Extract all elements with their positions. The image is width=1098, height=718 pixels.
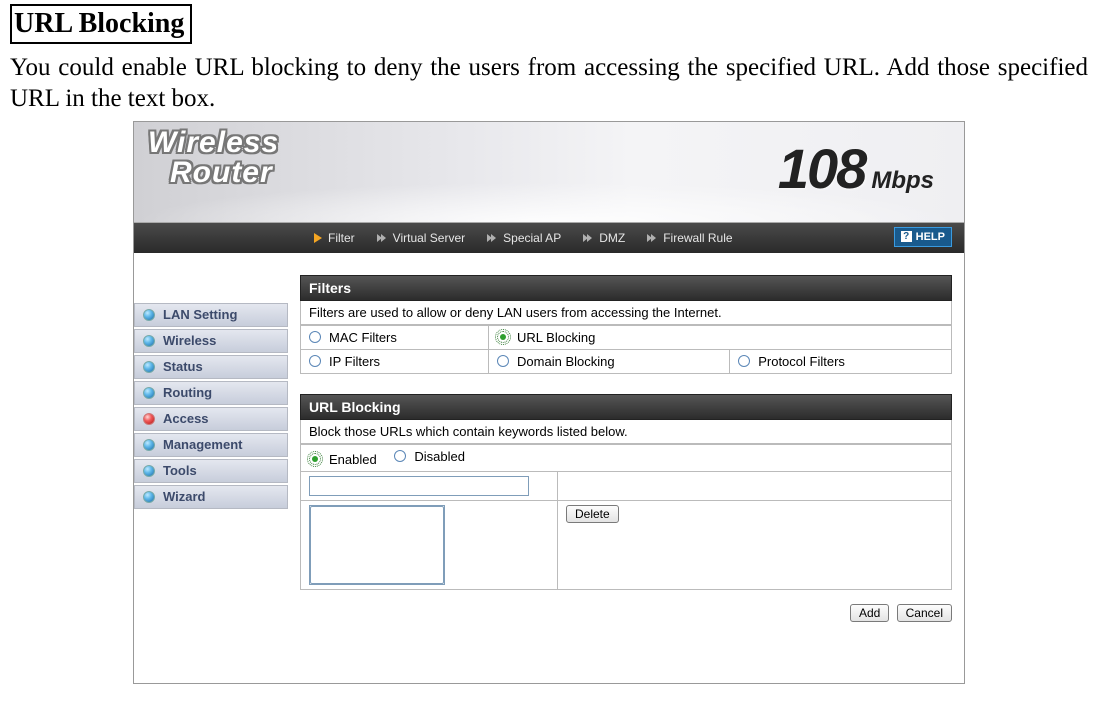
dot-icon — [143, 439, 155, 451]
filter-option-label: MAC Filters — [329, 330, 397, 345]
filter-option-protocol[interactable]: Protocol Filters — [738, 354, 943, 369]
url-state-enabled[interactable]: Enabled — [309, 452, 377, 467]
radio-icon — [497, 355, 509, 367]
filters-panel-title: Filters — [300, 275, 952, 301]
sidebar-item-label: LAN Setting — [163, 307, 237, 322]
subnav-label: Filter — [328, 231, 355, 245]
url-keyword-listbox[interactable] — [309, 505, 445, 585]
state-label: Disabled — [414, 449, 465, 464]
url-panel-title: URL Blocking — [300, 394, 952, 420]
radio-icon — [309, 453, 321, 465]
sidebar-item-label: Management — [163, 437, 242, 452]
help-label: HELP — [916, 231, 945, 243]
url-keyword-input[interactable] — [309, 476, 529, 496]
doc-heading: URL Blocking — [10, 4, 192, 44]
footer-buttons: Add Cancel — [300, 590, 952, 622]
filter-option-ip[interactable]: IP Filters — [309, 354, 480, 369]
subnav-special-ap[interactable]: Special AP — [487, 231, 561, 245]
dot-icon — [143, 491, 155, 503]
sidebar-item-wizard[interactable]: Wizard — [134, 485, 288, 509]
radio-icon — [309, 331, 321, 343]
sidebar-item-tools[interactable]: Tools — [134, 459, 288, 483]
sidebar-item-label: Wireless — [163, 333, 216, 348]
content-area: Filters Filters are used to allow or den… — [288, 253, 964, 683]
subnav-label: Special AP — [503, 231, 561, 245]
sidebar: LAN Setting Wireless Status Routing Acce… — [134, 253, 288, 683]
radio-icon — [309, 355, 321, 367]
sidebar-item-label: Wizard — [163, 489, 206, 504]
sidebar-item-access[interactable]: Access — [134, 407, 288, 431]
delete-button[interactable]: Delete — [566, 505, 619, 523]
sidebar-item-lan-setting[interactable]: LAN Setting — [134, 303, 288, 327]
brand-line2: Router — [170, 158, 279, 188]
sidebar-item-label: Tools — [163, 463, 197, 478]
dot-icon — [143, 387, 155, 399]
dot-icon — [143, 335, 155, 347]
play-icon — [314, 233, 322, 243]
sidebar-item-label: Routing — [163, 385, 212, 400]
help-button[interactable]: ? HELP — [894, 227, 952, 247]
subnav-bar: Filter Virtual Server Special AP DMZ Fir… — [134, 223, 964, 253]
filter-option-label: Domain Blocking — [517, 354, 615, 369]
cancel-button[interactable]: Cancel — [897, 604, 952, 622]
sidebar-item-management[interactable]: Management — [134, 433, 288, 457]
chevron-double-icon — [487, 233, 497, 243]
filter-option-url-blocking[interactable]: URL Blocking — [497, 330, 943, 345]
radio-icon — [497, 331, 509, 343]
radio-icon — [738, 355, 750, 367]
sidebar-item-status[interactable]: Status — [134, 355, 288, 379]
add-button[interactable]: Add — [850, 604, 889, 622]
subnav-label: Firewall Rule — [663, 231, 732, 245]
dot-icon — [143, 361, 155, 373]
url-blocking-table: Enabled Disabled — [300, 444, 952, 590]
subnav-dmz[interactable]: DMZ — [583, 231, 625, 245]
doc-description: You could enable URL blocking to deny th… — [10, 52, 1088, 115]
dot-icon — [143, 465, 155, 477]
sidebar-item-routing[interactable]: Routing — [134, 381, 288, 405]
url-keyword-select[interactable] — [310, 506, 444, 584]
radio-icon — [394, 450, 406, 462]
subnav-firewall-rule[interactable]: Firewall Rule — [647, 231, 732, 245]
url-panel-desc: Block those URLs which contain keywords … — [300, 420, 952, 444]
chevron-double-icon — [377, 233, 387, 243]
router-admin-screenshot: Wireless Router 108 Mbps Filter Virtual … — [133, 121, 965, 684]
router-header: Wireless Router 108 Mbps — [134, 122, 964, 223]
filter-option-label: Protocol Filters — [758, 354, 845, 369]
url-state-disabled[interactable]: Disabled — [394, 449, 465, 464]
sidebar-item-wireless[interactable]: Wireless — [134, 329, 288, 353]
chevron-double-icon — [647, 233, 657, 243]
brand-line1: Wireless — [148, 128, 279, 158]
chevron-double-icon — [583, 233, 593, 243]
subnav-virtual-server[interactable]: Virtual Server — [377, 231, 465, 245]
help-icon: ? — [901, 231, 912, 242]
sidebar-item-label: Status — [163, 359, 203, 374]
filters-panel-desc: Filters are used to allow or deny LAN us… — [300, 301, 952, 325]
subnav-label: Virtual Server — [393, 231, 465, 245]
dot-icon — [143, 309, 155, 321]
sidebar-item-label: Access — [163, 411, 209, 426]
filter-option-domain[interactable]: Domain Blocking — [497, 354, 721, 369]
brand-logo: Wireless Router — [148, 128, 279, 188]
filter-option-label: IP Filters — [329, 354, 380, 369]
state-label: Enabled — [329, 452, 377, 467]
subnav-label: DMZ — [599, 231, 625, 245]
dot-icon — [143, 413, 155, 425]
filter-option-mac[interactable]: MAC Filters — [309, 330, 480, 345]
speed-unit: Mbps — [871, 167, 934, 195]
filter-option-label: URL Blocking — [517, 330, 595, 345]
subnav-filter[interactable]: Filter — [314, 231, 355, 245]
filters-options-table: MAC Filters URL Blocking — [300, 325, 952, 374]
